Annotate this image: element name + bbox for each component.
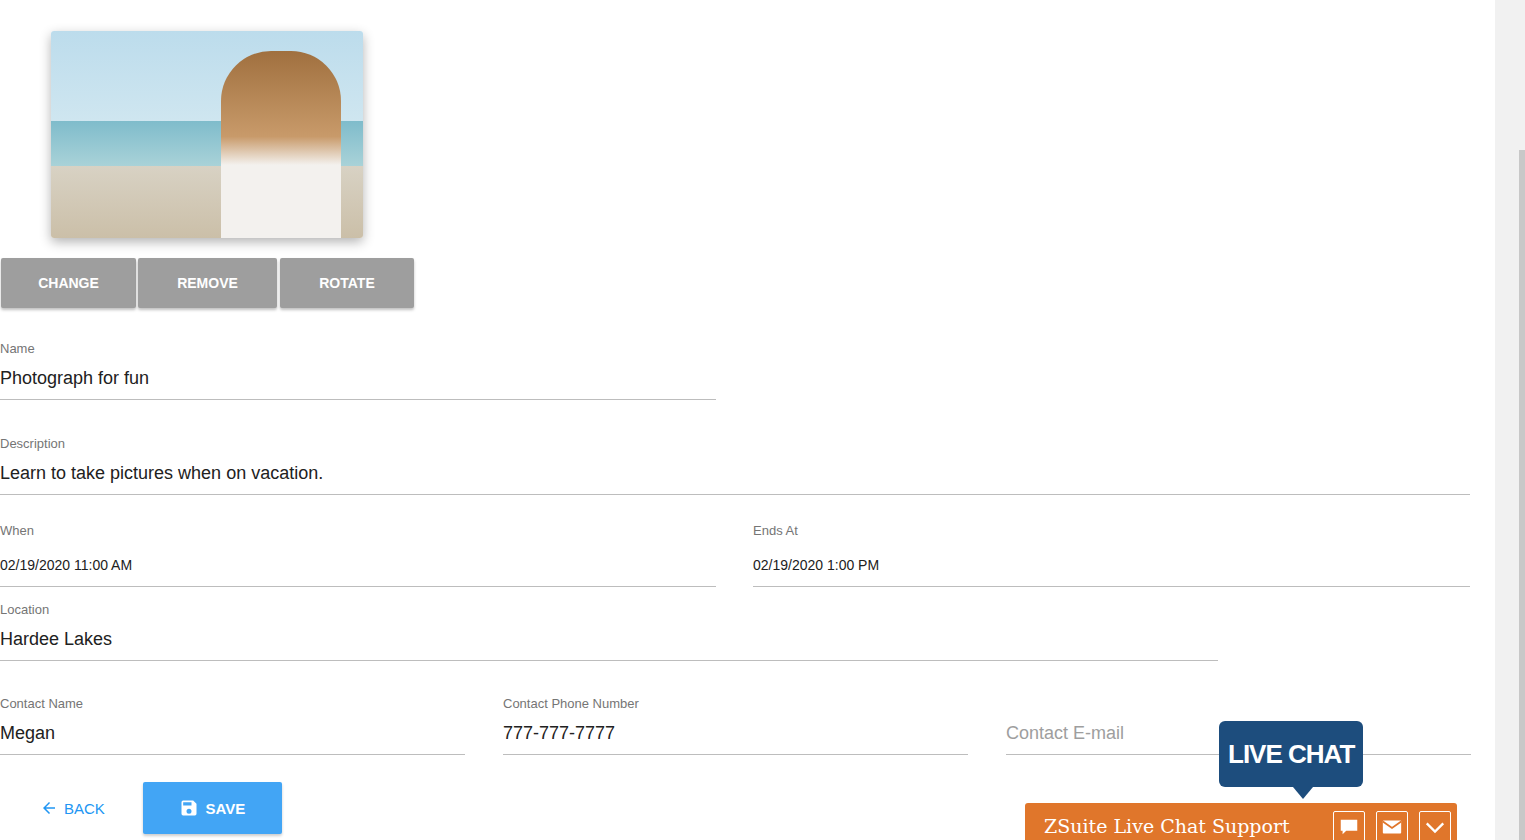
field-value[interactable]: Hardee Lakes [0, 627, 1218, 651]
form-field[interactable]: When 02/19/2020 11:00 AM [0, 523, 716, 587]
field-label: Name [0, 341, 716, 357]
email-button[interactable] [1376, 811, 1408, 840]
field-value[interactable]: 02/19/2020 1:00 PM [753, 553, 1470, 577]
live-chat-badge[interactable]: LIVE CHAT [1219, 721, 1363, 787]
image-button-bar: CHANGEREMOVEROTATE [1, 258, 1495, 308]
field-value[interactable]: Photograph for fun [0, 366, 716, 390]
chat-icon-group [1333, 811, 1451, 840]
form-field[interactable]: Contact Name Megan [0, 696, 465, 755]
field-label [1006, 696, 1471, 712]
arrow-left-icon [40, 799, 58, 817]
field-label: Location [0, 602, 1218, 618]
live-chat-bar[interactable]: ZSuite Live Chat Support [1025, 803, 1457, 840]
minimize-button[interactable] [1419, 811, 1451, 840]
field-value[interactable]: 02/19/2020 11:00 AM [0, 553, 716, 577]
field-label: When [0, 523, 716, 539]
chat-button[interactable] [1333, 811, 1365, 840]
form-field[interactable]: Location Hardee Lakes [0, 602, 1218, 661]
field-label: Ends At [753, 523, 1470, 539]
back-button[interactable]: BACK [40, 799, 105, 817]
form-field[interactable]: Name Photograph for fun [0, 341, 716, 400]
envelope-icon [1381, 816, 1403, 838]
form-row: Description Learn to take pictures when o… [0, 436, 1495, 495]
form-field[interactable]: Contact Phone Number 777-777-7777 [503, 696, 968, 755]
chevron-down-icon [1424, 816, 1446, 838]
form-row: Name Photograph for fun [0, 341, 1495, 400]
live-chat-title: ZSuite Live Chat Support [1044, 811, 1333, 840]
floppy-disk-icon [179, 798, 199, 818]
image-button[interactable]: REMOVE [138, 258, 277, 308]
field-value[interactable]: Megan [0, 721, 465, 745]
event-edit-page: CHANGEREMOVEROTATE Name Photograph for fun… [0, 0, 1525, 840]
field-value[interactable]: Learn to take pictures when on vacation. [0, 461, 1470, 485]
field-value[interactable]: 777-777-7777 [503, 721, 968, 745]
main-content: CHANGEREMOVEROTATE Name Photograph for fun… [0, 0, 1495, 840]
field-label: Description [0, 436, 1470, 452]
event-photo [51, 31, 363, 238]
image-button[interactable]: ROTATE [280, 258, 414, 308]
save-button[interactable]: SAVE [143, 782, 282, 834]
form-row: Location Hardee Lakes [0, 602, 1495, 661]
scrollbar-thumb[interactable] [1519, 150, 1525, 840]
form-field[interactable]: Ends At 02/19/2020 1:00 PM [753, 523, 1470, 587]
form-row: When 02/19/2020 11:00 AM Ends At 02/19/2020… [0, 523, 1495, 587]
scrollbar[interactable] [1495, 0, 1525, 840]
form-field[interactable]: Description Learn to take pictures when o… [0, 436, 1470, 495]
image-button[interactable]: CHANGE [1, 258, 136, 308]
field-label: Contact Phone Number [503, 696, 968, 712]
speech-bubble-icon [1338, 816, 1360, 838]
field-label: Contact Name [0, 696, 465, 712]
